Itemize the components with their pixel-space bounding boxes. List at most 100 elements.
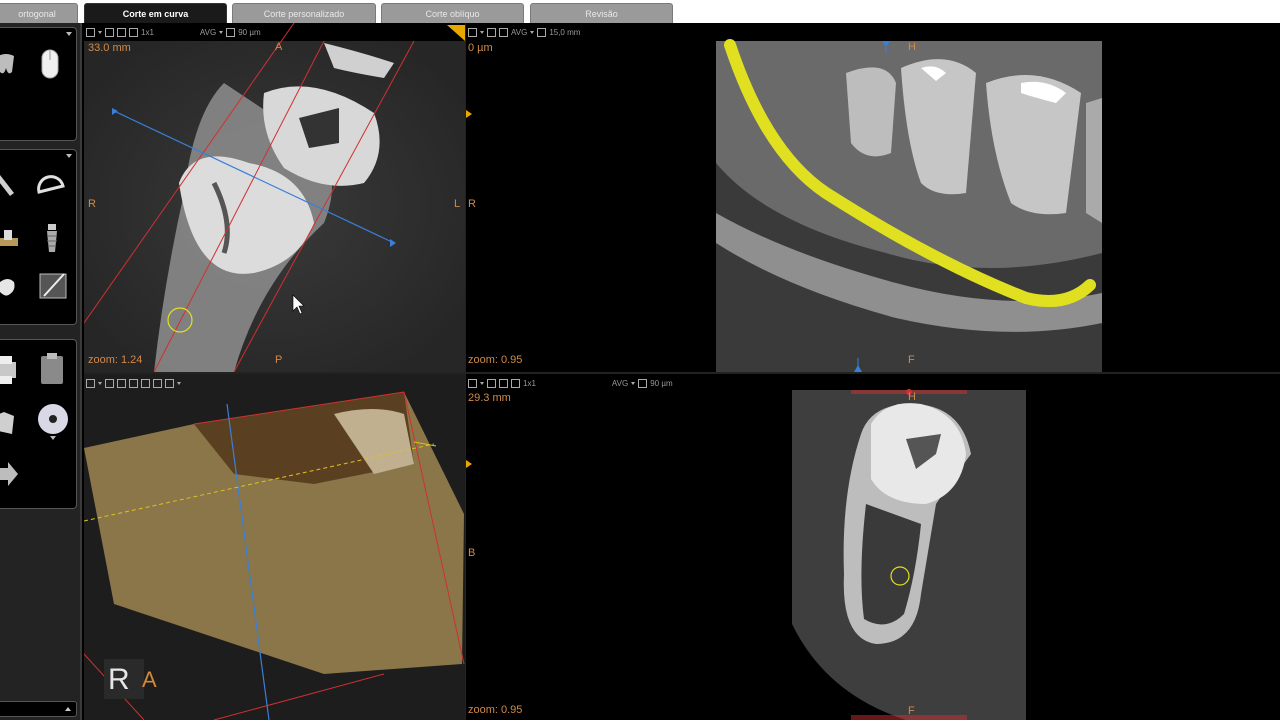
orient-right: L [454,198,461,210]
orient-bottom: F [908,354,915,366]
orientation-cube[interactable]: R A [104,659,157,699]
tab-revisao[interactable]: Revisão [530,3,673,23]
viewport-divider-horizontal[interactable] [84,372,1280,374]
tab-label: Corte personalizado [263,8,345,19]
implant-icon[interactable] [42,222,62,256]
distance-label: 0 µm [468,42,493,54]
tab-corte-obliquo[interactable]: Corte oblíquo [381,3,524,23]
cross-section-image [792,389,1026,720]
layout-icon[interactable] [105,27,114,37]
chevron-up-icon[interactable] [65,707,71,711]
chevron-down-icon[interactable] [219,30,224,34]
axial-toolbar: 1x1 AVG 90 µm [86,25,261,39]
tool-group-file [0,339,77,509]
panoramic-toolbar: AVG 15,0 mm [468,25,580,39]
distance-label: 33.0 mm [88,42,131,54]
chevron-down-icon[interactable] [98,381,102,385]
printer-icon[interactable] [0,352,20,388]
layout-icon[interactable] [487,27,496,37]
orient-top: H [908,391,916,403]
chevron-down-icon[interactable] [480,381,484,385]
thickness-value[interactable]: 15,0 mm [549,28,580,37]
panoramic-image [716,39,1102,372]
opacity-icon[interactable] [153,378,162,388]
chevron-down-icon[interactable] [98,30,102,34]
cross-section-viewport[interactable]: 1x1 AVG 90 µm 29.3 mm B H F zoom: 0.95 [466,374,1280,720]
ruler-icon[interactable] [0,172,20,202]
tab-ortogonal[interactable]: ortogonal [0,3,78,23]
save-icon[interactable] [86,378,95,388]
mode-select[interactable]: AVG [200,28,216,37]
cross-section-toolbar: 1x1 AVG 90 µm [468,376,673,390]
crown-icon[interactable] [0,226,22,252]
thickness-value[interactable]: 90 µm [650,379,672,388]
reset-icon[interactable] [499,378,508,388]
layout-icon[interactable] [487,378,496,388]
fullscreen-icon[interactable] [129,27,138,37]
zoom-label: zoom: 0.95 [468,704,523,716]
panoramic-viewport[interactable]: AVG 15,0 mm 0 µm R H F zoom: 0.95 [466,23,1280,372]
save-icon[interactable] [468,378,477,388]
slice-marker[interactable] [466,460,472,468]
chevron-down-icon[interactable] [66,154,72,158]
chevron-down-icon[interactable] [66,32,72,36]
folder-icon[interactable] [0,408,20,438]
zoom-label: zoom: 1.24 [88,354,143,366]
tab-bar: ortogonal Corte em curva Corte personali… [0,0,1280,23]
clip-icon[interactable] [141,378,150,388]
slice-marker[interactable] [466,110,472,118]
reset-icon[interactable] [117,378,126,388]
mouse-icon[interactable] [38,48,62,82]
volume3d-viewport[interactable]: R A [84,374,465,720]
orient-top: A [275,41,283,53]
chevron-down-icon[interactable] [177,381,181,385]
cd-icon[interactable] [36,402,70,442]
orientation-cube-front: R [108,663,130,696]
layout-icon[interactable] [105,378,114,388]
camera-icon[interactable] [165,378,174,388]
thickness-icon [638,378,648,388]
orient-top: H [908,41,916,53]
app-window: ortogonal Corte em curva Corte personali… [0,0,1280,720]
sidebar-scrollbar[interactable] [0,701,77,717]
thickness-value[interactable]: 90 µm [238,28,260,37]
chevron-down-icon[interactable] [480,30,484,34]
export-icon[interactable] [0,458,22,492]
chevron-down-icon[interactable] [530,30,535,34]
orient-left: B [468,547,476,559]
fullscreen-icon[interactable] [511,378,520,388]
tab-label: Corte oblíquo [425,8,480,19]
volume3d-toolbar [86,376,181,390]
tab-corte-personalizado[interactable]: Corte personalizado [232,3,376,23]
layout-label[interactable]: 1x1 [141,28,154,37]
orient-left: R [88,198,96,210]
mode-select[interactable]: AVG [612,379,628,388]
tab-corte-em-curva[interactable]: Corte em curva [84,3,227,23]
save-icon[interactable] [86,27,95,37]
render-mode-icon[interactable] [129,378,138,388]
tool-group-view [0,27,77,141]
distance-label: 29.3 mm [468,392,511,404]
reset-icon[interactable] [117,27,126,37]
zoom-label: zoom: 0.95 [468,354,523,366]
mode-select[interactable]: AVG [511,28,527,37]
clipboard-icon[interactable] [38,352,66,388]
molar-icon[interactable] [0,50,20,80]
reset-icon[interactable] [499,27,508,37]
orient-left: R [468,198,476,210]
layout-label[interactable]: 1x1 [523,379,536,388]
tool-group-measure [0,149,77,325]
save-icon[interactable] [468,27,477,37]
protractor-icon[interactable] [36,172,66,200]
thickness-icon [537,27,547,37]
thickness-icon [226,27,236,37]
chevron-down-icon[interactable] [631,381,636,385]
edit-icon[interactable] [38,270,68,302]
orient-bottom: F [908,705,915,717]
orient-bottom: P [275,354,283,366]
axial-viewport[interactable]: 1x1 AVG 90 µm 33.0 mm A R L P zoom: 1.24 [84,23,465,372]
tab-label: Corte em curva [122,8,189,19]
tab-label: Revisão [585,8,618,19]
orientation-cube-side: A [142,667,157,692]
tooth-icon[interactable] [0,276,20,302]
